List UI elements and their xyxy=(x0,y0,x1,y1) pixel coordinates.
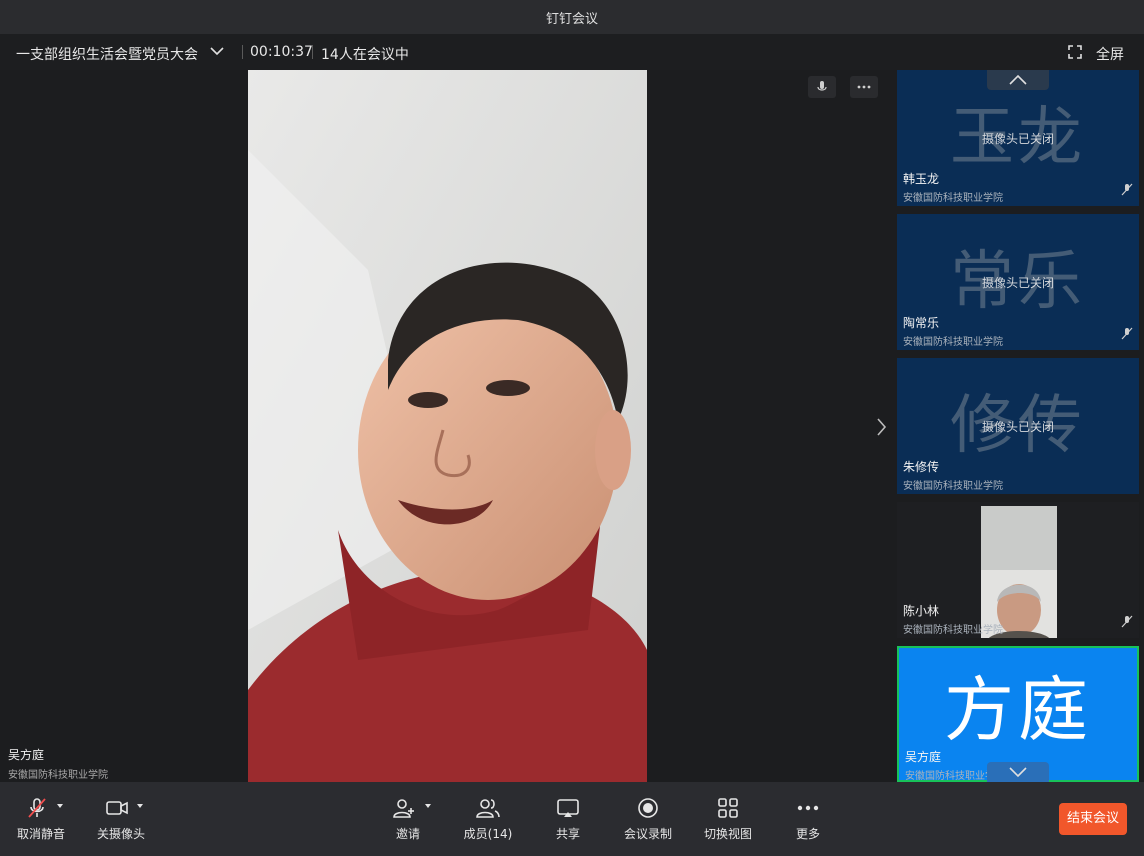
mic-muted-icon xyxy=(1121,615,1133,628)
participant-name: 陶常乐 xyxy=(903,316,940,330)
speaker-org: 安徽国防科技职业学院 xyxy=(8,770,108,781)
chevron-down-icon[interactable] xyxy=(208,42,226,60)
participant-tile[interactable]: 常乐 摄像头已关闭 陶常乐 安徽国防科技职业学院 xyxy=(897,214,1139,350)
mic-muted-icon xyxy=(28,798,46,818)
speaker-video-frame xyxy=(248,70,647,782)
participant-org: 安徽国防科技职业学院 xyxy=(903,337,1003,348)
meeting-info-bar: 一支部组织生活会暨党员大会 00:10:37 14人在会议中 全屏 xyxy=(0,34,1144,70)
record-icon xyxy=(638,798,658,818)
unmute-button[interactable]: 取消静音 xyxy=(10,782,72,856)
switch-view-button[interactable]: 切换视图 xyxy=(698,782,758,856)
meeting-title[interactable]: 一支部组织生活会暨党员大会 xyxy=(16,44,198,64)
scroll-down-button[interactable] xyxy=(987,762,1049,782)
share-screen-icon xyxy=(557,799,579,817)
invite-label: 邀请 xyxy=(395,827,420,841)
meeting-timer: 00:10:37 xyxy=(250,44,313,60)
record-label: 会议录制 xyxy=(623,827,672,841)
mic-icon xyxy=(817,81,827,91)
participant-org: 安徽国防科技职业学院 xyxy=(903,625,1003,636)
share-label: 共享 xyxy=(555,827,580,841)
camera-off-button[interactable]: 关摄像头 xyxy=(90,782,152,856)
members-button[interactable]: 成员(14) xyxy=(458,782,518,856)
end-meeting-button[interactable]: 结束会议 xyxy=(1059,803,1127,835)
camera-icon xyxy=(106,801,128,815)
participant-org: 安徽国防科技职业学院 xyxy=(903,193,1003,204)
participant-name: 陈小林 xyxy=(903,604,940,618)
window-titlebar: 钉钉会议 xyxy=(0,0,1144,34)
participant-count[interactable]: 14人在会议中 xyxy=(321,44,409,64)
participant-tile[interactable]: 玉龙 摄像头已关闭 韩玉龙 安徽国防科技职业学院 xyxy=(897,70,1139,206)
chevron-down-icon xyxy=(1009,767,1027,778)
mic-muted-icon xyxy=(1121,183,1133,196)
speaker-more-button[interactable] xyxy=(850,76,878,98)
more-dots-icon xyxy=(797,805,819,811)
ellipsis-icon xyxy=(857,85,871,89)
mic-muted-icon xyxy=(1121,327,1133,340)
unmute-label: 取消静音 xyxy=(16,827,65,841)
camera-off-label: 关摄像头 xyxy=(96,827,145,841)
more-label: 更多 xyxy=(795,827,820,841)
more-button[interactable]: 更多 xyxy=(784,782,832,856)
speaker-name: 吴方庭 xyxy=(8,748,45,762)
participant-video-thumb xyxy=(981,506,1057,638)
share-button[interactable]: 共享 xyxy=(544,782,592,856)
participant-tile[interactable]: 陈小林 安徽国防科技职业学院 xyxy=(897,502,1139,638)
window-title: 钉钉会议 xyxy=(545,12,598,27)
grid-view-icon xyxy=(718,798,738,818)
members-icon xyxy=(476,799,500,818)
speaker-mic-button[interactable] xyxy=(808,76,836,98)
avatar-text: 方庭 xyxy=(944,669,1092,751)
record-button[interactable]: 会议录制 xyxy=(618,782,678,856)
main-video-stage: 吴方庭 安徽国防科技职业学院 xyxy=(0,70,893,782)
caret-down-icon[interactable] xyxy=(57,804,63,808)
chevron-right-icon[interactable] xyxy=(872,416,890,438)
participant-name: 吴方庭 xyxy=(905,750,942,764)
divider xyxy=(242,45,243,59)
chevron-up-icon xyxy=(1009,74,1027,85)
fullscreen-button[interactable]: 全屏 xyxy=(1096,44,1124,64)
participant-tile[interactable]: 修传 摄像头已关闭 朱修传 安徽国防科技职业学院 xyxy=(897,358,1139,494)
switch-view-label: 切换视图 xyxy=(703,827,752,841)
participant-name: 朱修传 xyxy=(903,460,940,474)
invite-button[interactable]: 邀请 xyxy=(382,782,434,856)
participant-org: 安徽国防科技职业学院 xyxy=(903,481,1003,492)
participant-video-frame xyxy=(981,506,1057,638)
meeting-toolbar: 取消静音 关摄像头 邀请 成员(14) 共享 会议录制 切换视图 更多 结束会议 xyxy=(0,782,1144,856)
speaker-video xyxy=(248,70,647,782)
camera-status: 摄像头已关闭 xyxy=(981,132,1054,146)
camera-status: 摄像头已关闭 xyxy=(981,276,1054,290)
caret-down-icon[interactable] xyxy=(137,804,143,808)
caret-down-icon[interactable] xyxy=(425,804,431,808)
scroll-up-button[interactable] xyxy=(987,70,1049,90)
participant-name: 韩玉龙 xyxy=(903,172,940,186)
members-label: 成员(14) xyxy=(463,827,513,841)
camera-status: 摄像头已关闭 xyxy=(981,420,1054,434)
divider xyxy=(312,45,313,59)
fullscreen-icon[interactable] xyxy=(1068,45,1082,59)
add-person-icon xyxy=(393,799,414,818)
participant-list: 玉龙 摄像头已关闭 韩玉龙 安徽国防科技职业学院 常乐 摄像头已关闭 陶常乐 安… xyxy=(893,70,1144,782)
